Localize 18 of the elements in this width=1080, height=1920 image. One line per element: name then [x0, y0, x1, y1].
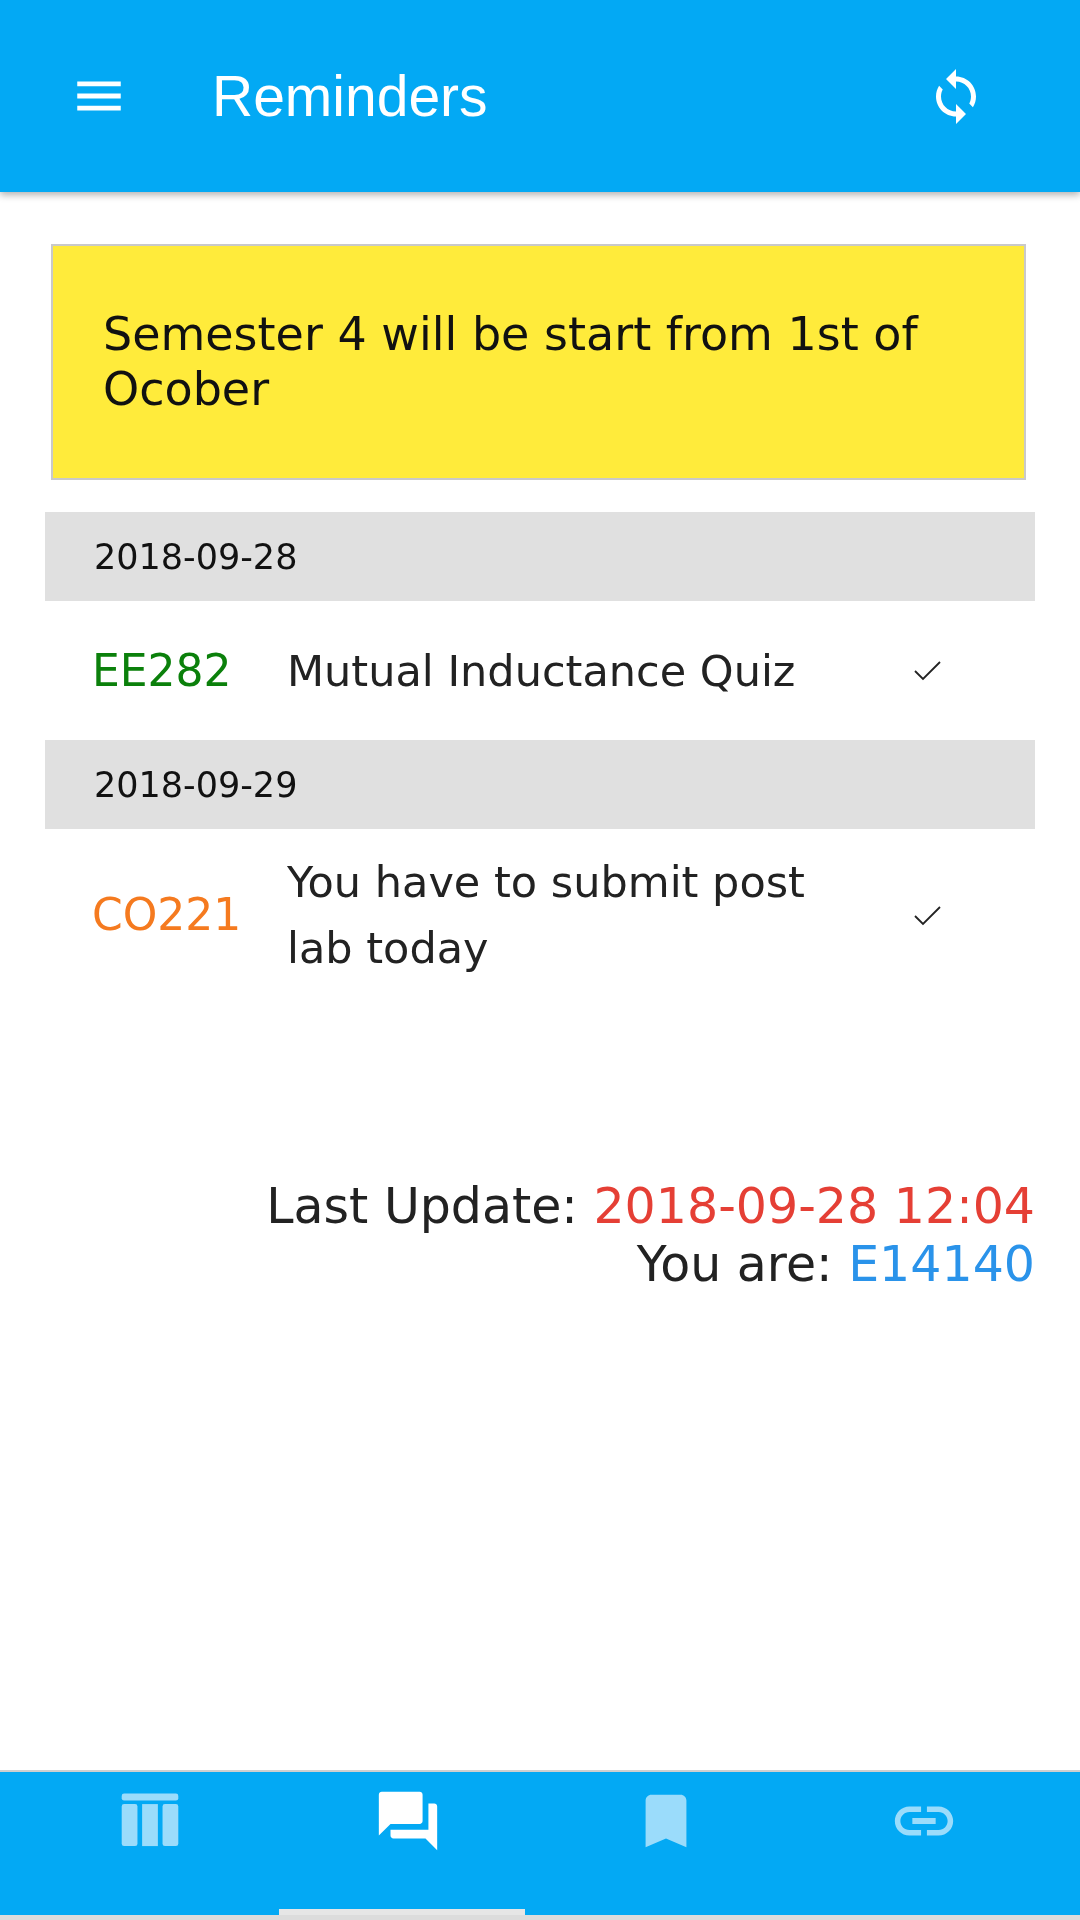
reminder-title: Mutual Inductance Quiz [287, 644, 797, 698]
date-header: 2018-09-28 [45, 512, 1035, 601]
user-label: You are: [636, 1236, 833, 1293]
check-icon [914, 904, 941, 926]
last-update-time: 2018-09-28 12:04 [593, 1178, 1035, 1235]
check-button[interactable] [914, 660, 941, 681]
reminder-title: You have to submit post lab today [287, 856, 806, 975]
user-id: E14140 [848, 1236, 1035, 1293]
refresh-button[interactable] [936, 68, 976, 124]
last-update-label: Last Update: [266, 1178, 578, 1235]
app-title: Reminders [212, 63, 489, 129]
notice-text: Semester 4 will be start from 1st of Ocober [103, 307, 920, 417]
course-code: EE282 [92, 643, 233, 698]
date-header: 2018-09-29 [45, 740, 1035, 829]
check-icon [914, 660, 941, 681]
course-code: CO221 [92, 888, 243, 942]
check-button[interactable] [914, 904, 941, 926]
refresh-icon [936, 68, 976, 124]
